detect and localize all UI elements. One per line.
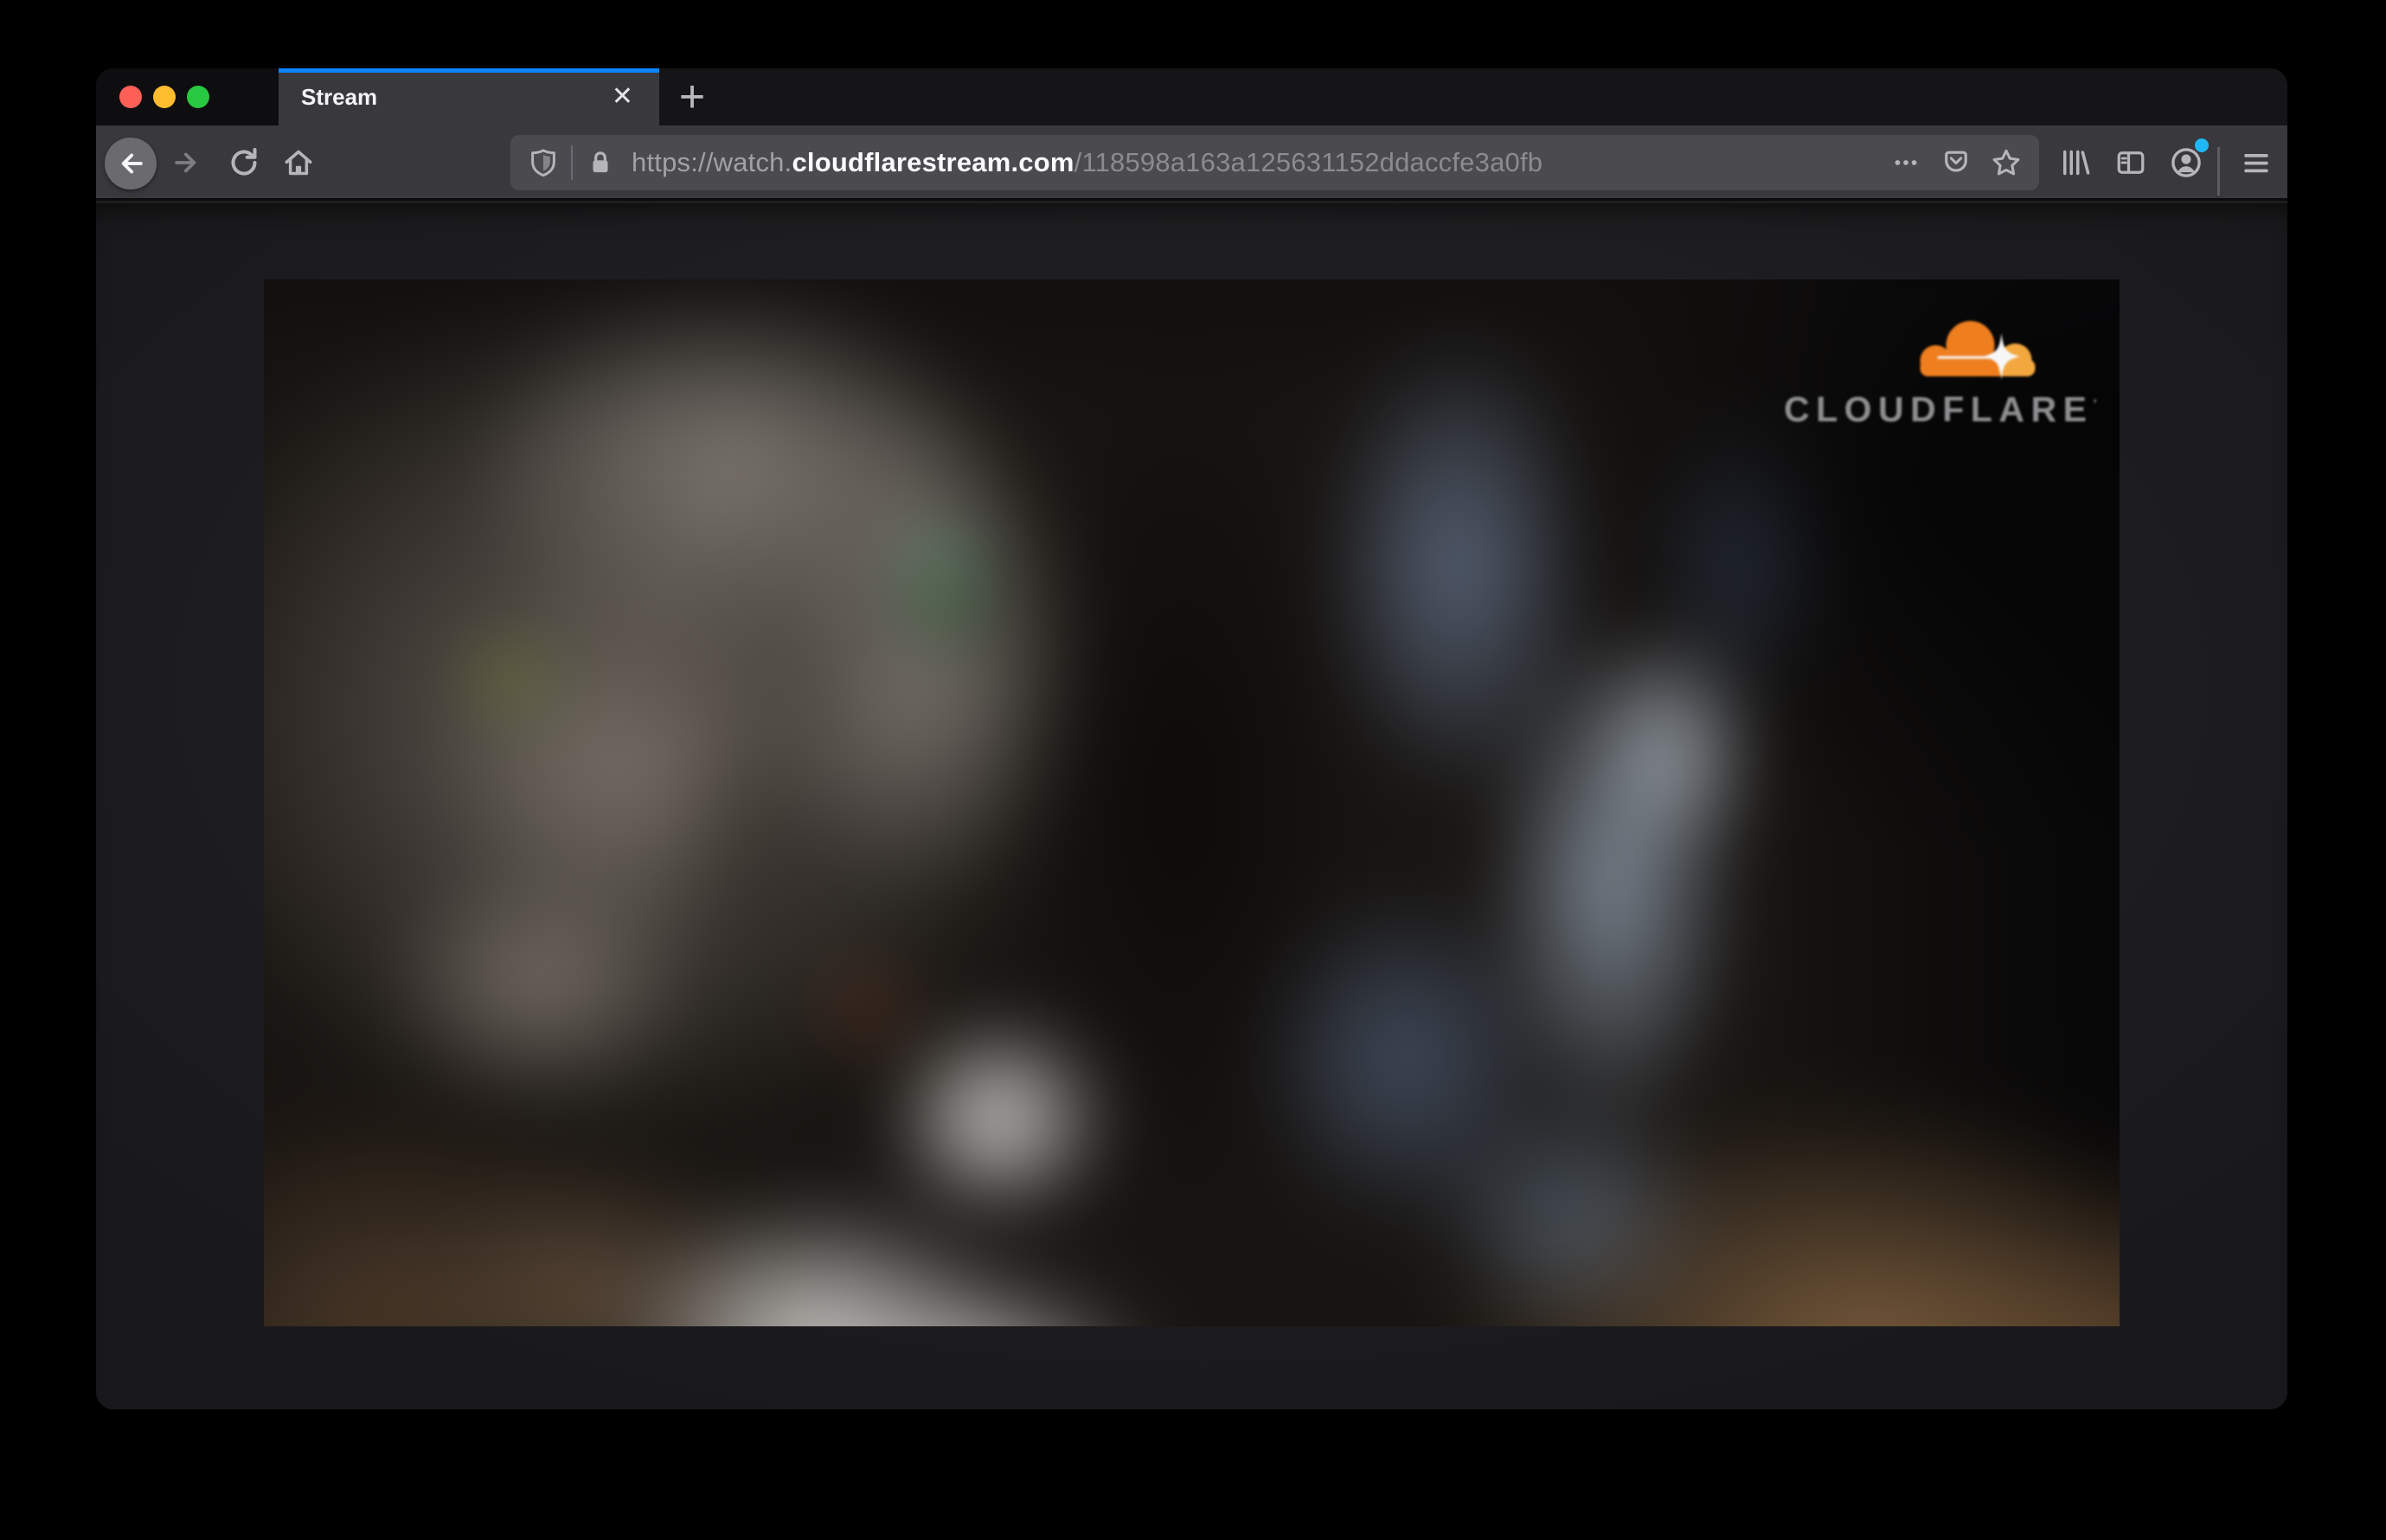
- navigation-toolbar: https://watch.cloudflarestream.com/11859…: [96, 125, 2287, 201]
- zoom-window-button[interactable]: [187, 86, 209, 108]
- cat-face-features: [264, 279, 2120, 1326]
- tracking-protection-shield-icon[interactable]: [524, 144, 562, 182]
- reload-icon: [231, 148, 257, 176]
- tab-close-icon[interactable]: ✕: [608, 80, 637, 113]
- minimize-window-button[interactable]: [153, 86, 176, 108]
- browser-window: Stream ✕ + https://watch.cloudflarestrea…: [96, 68, 2287, 1409]
- library-button[interactable]: [2054, 142, 2095, 183]
- cloudflare-wordmark: CLOUDFLARE’: [1784, 389, 2097, 429]
- sidebar-button[interactable]: [2110, 142, 2152, 183]
- home-button[interactable]: [278, 142, 319, 183]
- url-text: https://watch.cloudflarestream.com/11859…: [632, 147, 1887, 178]
- new-tab-button[interactable]: +: [659, 68, 725, 125]
- home-icon: [285, 150, 312, 176]
- reload-button[interactable]: [223, 142, 265, 183]
- account-notification-dot: [2195, 138, 2209, 152]
- page-actions-button[interactable]: [1887, 144, 1925, 182]
- sidebar-icon: [2117, 151, 2145, 174]
- bookmark-star-icon: [1992, 149, 2020, 176]
- cloudflare-watermark: CLOUDFLARE’: [1784, 309, 2097, 432]
- back-button[interactable]: [105, 138, 157, 189]
- bookmark-button[interactable]: [1987, 144, 2025, 182]
- cloudflare-cloud-icon: [1920, 321, 2036, 380]
- tab-strip: Stream ✕ +: [96, 68, 2287, 125]
- url-bar[interactable]: https://watch.cloudflarestream.com/11859…: [510, 135, 2039, 190]
- back-icon: [121, 153, 143, 174]
- urlbar-divider: [571, 145, 573, 180]
- lock-icon: [581, 144, 619, 182]
- window-controls: [96, 68, 279, 125]
- menu-hamburger-icon: [2244, 154, 2268, 173]
- forward-button[interactable]: [166, 142, 208, 183]
- library-icon: [2063, 150, 2090, 176]
- url-domain: cloudflarestream.com: [792, 147, 1074, 177]
- pocket-icon: [1945, 151, 1967, 172]
- tab-title: Stream: [301, 83, 378, 110]
- pocket-button[interactable]: [1937, 144, 1975, 182]
- page-actions-ellipsis-icon: [1895, 160, 1917, 165]
- menu-button[interactable]: [2235, 142, 2277, 183]
- close-window-button[interactable]: [119, 86, 142, 108]
- toolbar-divider: [2217, 147, 2220, 196]
- cloudflare-trademark: ’: [2093, 397, 2097, 413]
- url-prefix: https://watch.: [632, 147, 792, 177]
- url-path: /118598a163a125631152ddaccfe3a0fb: [1074, 147, 1543, 177]
- forward-icon: [175, 152, 196, 173]
- plus-icon: +: [678, 72, 706, 122]
- video-player[interactable]: CLOUDFLARE’: [264, 279, 2120, 1326]
- desktop-background: { "window": { "traffic_lights": { "close…: [0, 0, 2386, 1540]
- page-content: CLOUDFLARE’: [96, 203, 2287, 1409]
- video-frame-cat: [264, 279, 2120, 1326]
- account-button[interactable]: [2165, 138, 2209, 183]
- tab-stream[interactable]: Stream ✕: [279, 68, 659, 125]
